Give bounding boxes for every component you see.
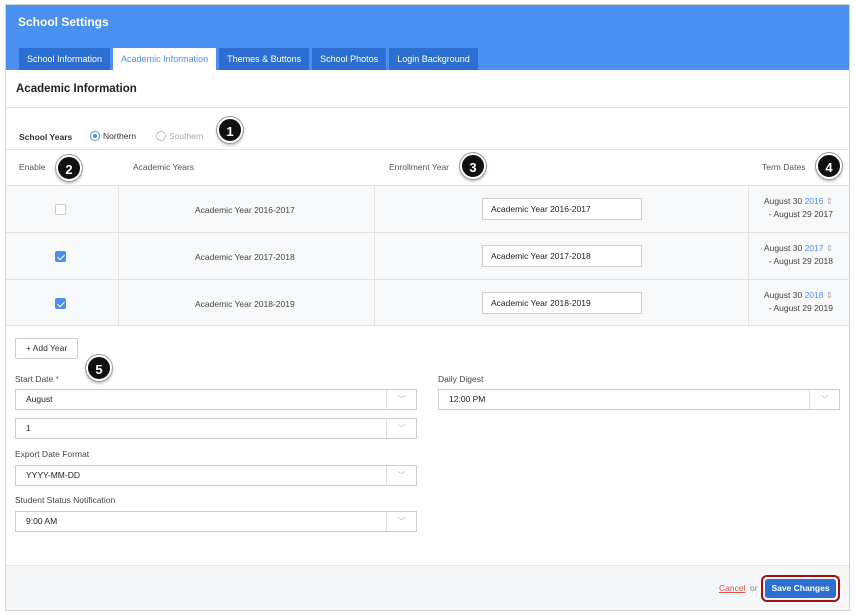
radio-selected-icon <box>90 131 100 141</box>
enable-checkbox[interactable] <box>55 298 66 309</box>
chevron-down-icon: ﹀ <box>386 419 416 438</box>
divider <box>6 149 849 150</box>
student-status-notification-select[interactable]: 9:00 AM ﹀ <box>15 511 417 532</box>
term-year-stepper[interactable]: 2017 <box>805 243 824 253</box>
term-dates: August 30 2017 ⇕ - August 29 2018 <box>763 243 833 266</box>
save-changes-button[interactable]: Save Changes <box>765 579 836 598</box>
daily-digest-select[interactable]: 12:00 PM ﹀ <box>438 389 840 410</box>
chevron-down-icon: ﹀ <box>386 466 416 485</box>
sort-icon: ⇕ <box>825 196 833 206</box>
enable-checkbox[interactable] <box>55 251 66 262</box>
tab-school-photos[interactable]: School Photos <box>312 48 387 70</box>
radio-label: Southern <box>169 131 204 141</box>
section-title: Academic Information <box>16 83 137 95</box>
radio-label: Northern <box>103 131 137 141</box>
term-year-stepper[interactable]: 2018 <box>805 290 824 300</box>
enrollment-year-input[interactable]: Academic Year 2018-2019 <box>482 292 642 314</box>
enable-checkbox[interactable] <box>55 204 66 215</box>
export-date-format-select[interactable]: YYYY-MM-DD ﹀ <box>15 465 417 486</box>
tab-bar: School Information Academic Information … <box>19 48 478 70</box>
tab-login-background[interactable]: Login Background <box>389 48 478 70</box>
settings-window: School Settings School Information Acade… <box>5 4 850 611</box>
daily-digest-label: Daily Digest <box>438 374 484 384</box>
export-date-format-label: Export Date Format <box>15 449 90 459</box>
academic-year-text: Academic Year 2017-2018 <box>195 252 295 262</box>
table-row: Academic Year 2017-2018 Academic Year 20… <box>6 232 849 280</box>
chevron-down-icon: ﹀ <box>809 390 839 409</box>
tab-themes-buttons[interactable]: Themes & Buttons <box>219 48 310 70</box>
divider <box>6 107 849 108</box>
callout-3: 3 <box>460 153 486 179</box>
cancel-link[interactable]: Cancel <box>719 583 745 593</box>
start-date-label: Start Date * <box>15 374 59 384</box>
header-term-dates: Term Dates <box>762 162 806 172</box>
or-text: or <box>750 583 758 593</box>
header-enable: Enable <box>19 162 46 172</box>
header-bar: School Settings School Information Acade… <box>6 5 849 70</box>
table-row: Academic Year 2018-2019 Academic Year 20… <box>6 279 849 327</box>
radio-southern[interactable]: Southern <box>156 131 204 141</box>
school-years-label: School Years <box>19 132 73 142</box>
student-status-notification-label: Student Status Notification <box>15 495 116 505</box>
enrollment-year-input[interactable]: Academic Year 2016-2017 <box>482 198 642 220</box>
term-dates: August 30 2016 ⇕ - August 29 2017 <box>763 196 833 219</box>
term-dates: August 30 2018 ⇕ - August 29 2019 <box>763 290 833 313</box>
chevron-down-icon: ﹀ <box>386 390 416 409</box>
page-title: School Settings <box>18 15 109 29</box>
start-date-day-select[interactable]: 1 ﹀ <box>15 418 417 439</box>
save-highlight: Save Changes <box>761 575 840 602</box>
sort-icon: ⇕ <box>825 243 833 253</box>
tab-school-information[interactable]: School Information <box>19 48 111 70</box>
radio-northern[interactable]: Northern <box>90 131 136 141</box>
tab-academic-information[interactable]: Academic Information <box>113 48 217 70</box>
start-date-month-select[interactable]: August ﹀ <box>15 389 417 410</box>
radio-unselected-icon <box>156 131 166 141</box>
enrollment-year-input[interactable]: Academic Year 2017-2018 <box>482 245 642 267</box>
academic-year-text: Academic Year 2016-2017 <box>195 205 295 215</box>
callout-2: 2 <box>56 155 82 181</box>
header-academic-years: Academic Years <box>133 162 194 172</box>
term-year-stepper[interactable]: 2016 <box>805 196 824 206</box>
callout-1: 1 <box>217 117 243 143</box>
header-enrollment-year: Enrollment Year <box>389 162 450 172</box>
callout-5: 5 <box>86 355 112 381</box>
sort-icon: ⇕ <box>825 290 833 300</box>
callout-4: 4 <box>816 153 842 179</box>
add-year-button[interactable]: + Add Year <box>15 338 78 359</box>
table-row: Academic Year 2016-2017 Academic Year 20… <box>6 185 849 233</box>
chevron-down-icon: ﹀ <box>386 512 416 531</box>
academic-year-text: Academic Year 2018-2019 <box>195 299 295 309</box>
